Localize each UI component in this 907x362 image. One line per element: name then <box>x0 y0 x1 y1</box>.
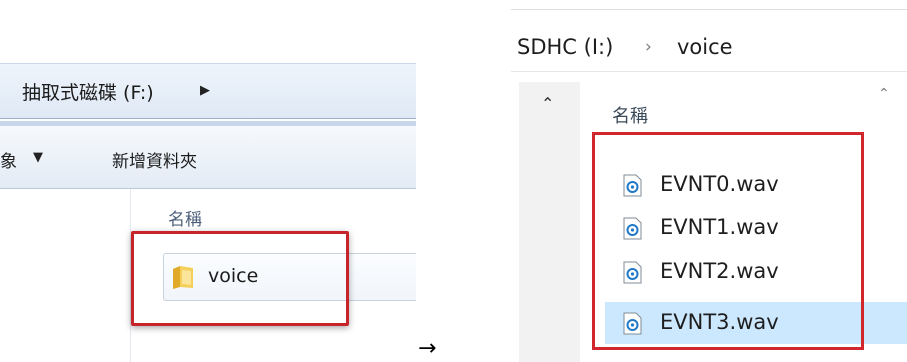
annotation-highlight-box <box>592 132 864 350</box>
address-path[interactable]: 抽取式磁碟 (F:) <box>22 78 154 105</box>
navigation-pane <box>0 189 131 362</box>
top-divider <box>511 9 907 10</box>
name-column-header[interactable]: 名稱 <box>612 102 648 128</box>
address-bar[interactable]: 抽取式磁碟 (F:) ▶ <box>0 63 416 119</box>
right-explorer-window: SDHC (I:) › voice ⌃ 名稱 ⌃ EVNT0.wav EVNT1… <box>511 0 907 362</box>
annotation-highlight-box <box>131 231 349 326</box>
breadcrumb-bar[interactable]: SDHC (I:) › voice <box>511 23 907 72</box>
name-column-header[interactable]: 名稱 <box>168 205 202 230</box>
navigation-pane: ⌃ <box>519 82 580 362</box>
collapse-caret-icon[interactable]: ⌃ <box>541 94 554 113</box>
new-folder-button[interactable]: 新增資料夾 <box>112 147 197 172</box>
breadcrumb-arrow-icon[interactable]: ▶ <box>200 83 210 98</box>
breadcrumb-chevron-icon[interactable]: › <box>645 37 652 57</box>
breadcrumb-drive[interactable]: SDHC (I:) <box>517 35 613 59</box>
dropdown-caret-icon[interactable]: ▼ <box>33 150 43 165</box>
toolbar-clipped-label[interactable]: 象 <box>0 147 17 172</box>
left-explorer-window: 抽取式磁碟 (F:) ▶ 象 ▼ 新增資料夾 名稱 voice <box>0 45 416 362</box>
transition-arrow: → <box>418 336 437 361</box>
command-toolbar: 象 ▼ 新增資料夾 <box>0 126 416 189</box>
sort-caret-icon[interactable]: ⌃ <box>878 86 890 102</box>
breadcrumb-folder[interactable]: voice <box>677 35 733 59</box>
